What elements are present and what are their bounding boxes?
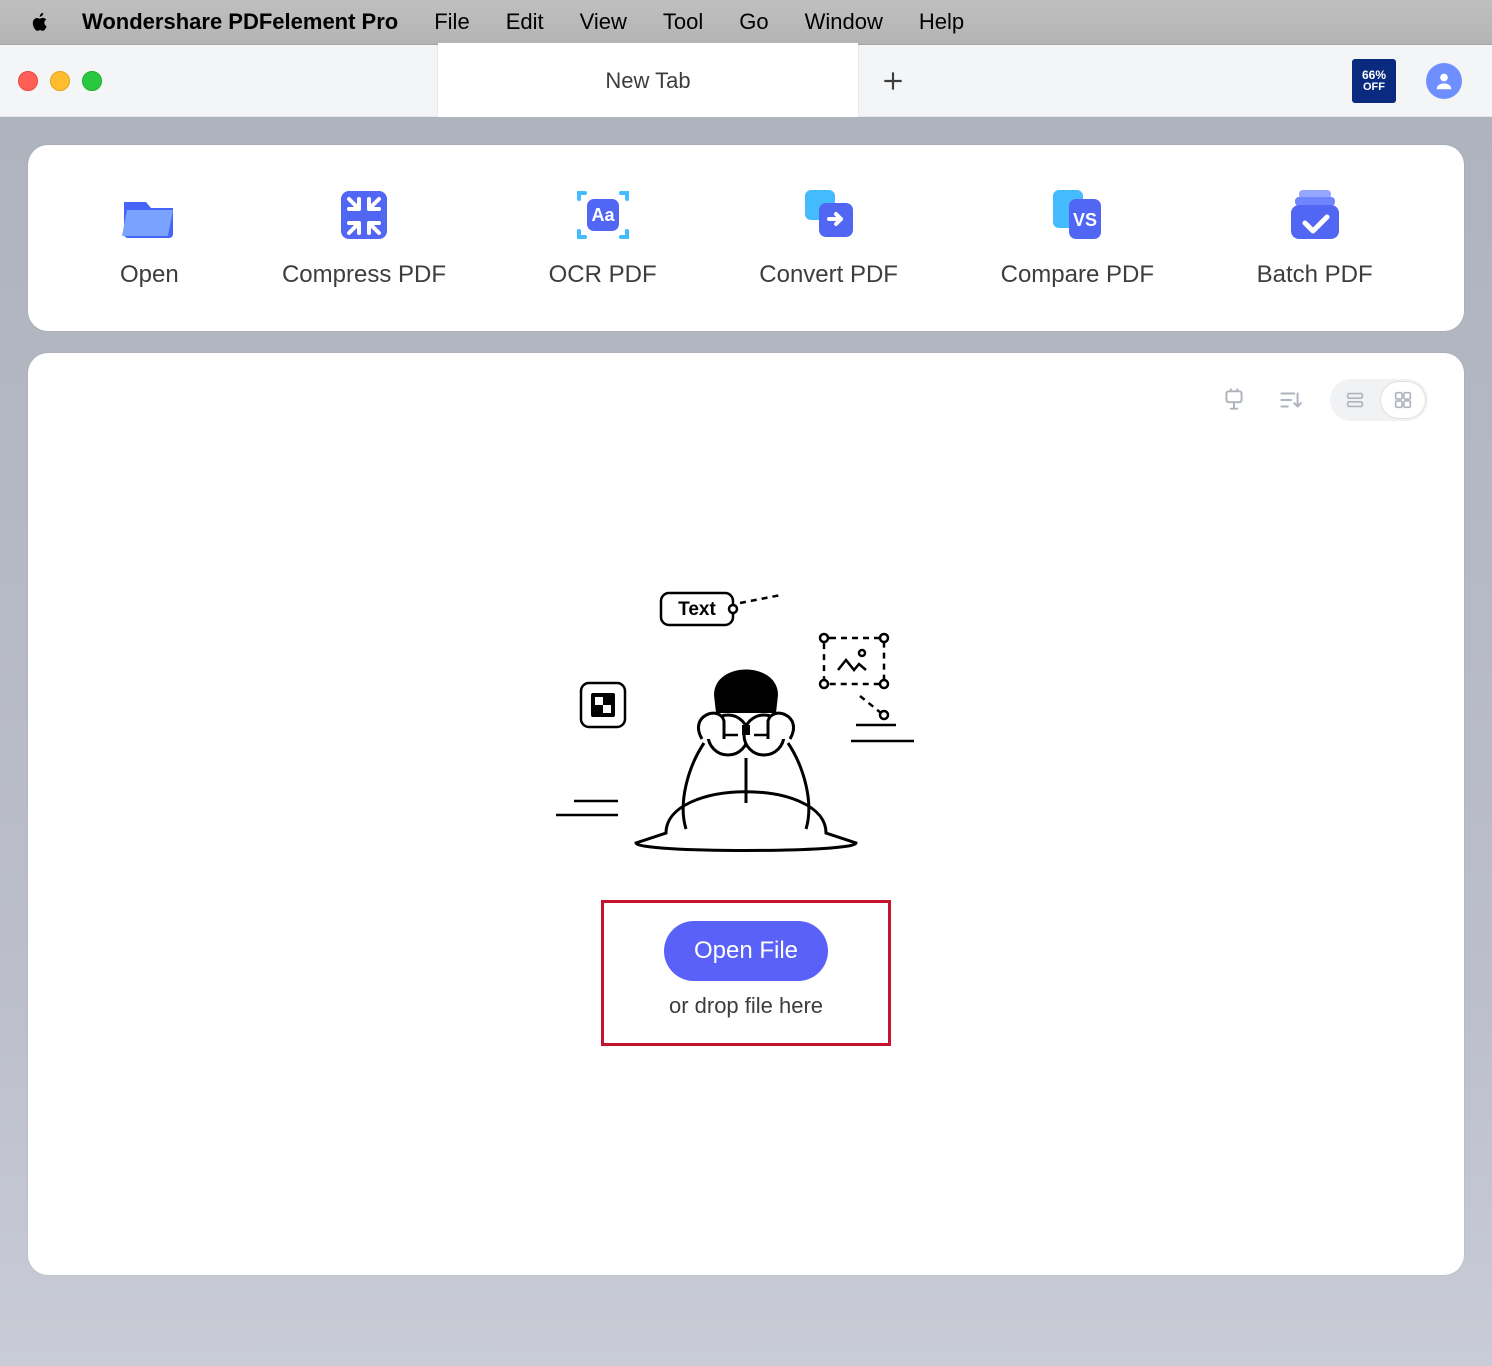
menu-edit[interactable]: Edit — [488, 9, 562, 35]
batch-icon — [1285, 187, 1345, 243]
sort-icon[interactable] — [1274, 384, 1306, 416]
menubar: Wondershare PDFelement Pro File Edit Vie… — [0, 0, 1492, 45]
tab-bar: New Tab 66% OFF — [0, 45, 1492, 117]
action-label: Batch PDF — [1257, 261, 1373, 289]
minimize-window-button[interactable] — [50, 71, 70, 91]
promo-off: OFF — [1363, 82, 1385, 94]
menu-view[interactable]: View — [562, 9, 645, 35]
tab-new[interactable]: New Tab — [438, 45, 858, 117]
new-tab-button[interactable] — [858, 45, 928, 117]
action-ocr[interactable]: Aa OCR PDF — [549, 187, 657, 289]
action-batch[interactable]: Batch PDF — [1257, 187, 1373, 289]
view-toggle — [1330, 379, 1428, 421]
plus-icon — [880, 68, 906, 94]
maximize-window-button[interactable] — [82, 71, 102, 91]
action-open[interactable]: Open — [119, 187, 179, 289]
menu-window[interactable]: Window — [787, 9, 901, 35]
open-file-button[interactable]: Open File — [664, 921, 828, 981]
compare-icon: VS — [1047, 187, 1107, 243]
open-folder-icon — [119, 187, 179, 243]
svg-text:Text: Text — [678, 599, 716, 620]
action-compress[interactable]: Compress PDF — [282, 187, 446, 289]
action-label: OCR PDF — [549, 261, 657, 289]
menu-tool[interactable]: Tool — [645, 9, 721, 35]
menu-file[interactable]: File — [416, 9, 487, 35]
workspace-card: Text — [28, 353, 1464, 1275]
svg-text:Aa: Aa — [591, 205, 615, 225]
action-compare[interactable]: VS Compare PDF — [1001, 187, 1154, 289]
pin-icon[interactable] — [1218, 384, 1250, 416]
tab-title: New Tab — [605, 68, 690, 94]
app-title: Wondershare PDFelement Pro — [82, 9, 398, 35]
user-icon — [1433, 70, 1455, 92]
action-label: Compress PDF — [282, 261, 446, 289]
workspace-tools — [1218, 379, 1428, 421]
quick-actions-card: Open Compress PDF — [28, 145, 1464, 331]
apple-icon[interactable] — [26, 8, 54, 36]
grid-view-button[interactable] — [1381, 382, 1425, 418]
list-view-button[interactable] — [1333, 382, 1377, 418]
open-file-highlight: Open File or drop file here — [601, 900, 891, 1046]
action-label: Compare PDF — [1001, 261, 1154, 289]
compress-icon — [334, 187, 394, 243]
close-window-button[interactable] — [18, 71, 38, 91]
svg-text:VS: VS — [1073, 210, 1097, 230]
convert-icon — [799, 187, 859, 243]
promo-pct: 66% — [1362, 69, 1386, 82]
empty-state-illustration: Text — [526, 583, 966, 888]
action-convert[interactable]: Convert PDF — [759, 187, 898, 289]
user-avatar[interactable] — [1426, 63, 1462, 99]
menu-help[interactable]: Help — [901, 9, 982, 35]
drop-hint: or drop file here — [669, 993, 823, 1019]
menu-go[interactable]: Go — [721, 9, 786, 35]
main-panel: Open Compress PDF — [0, 117, 1492, 1366]
promo-badge[interactable]: 66% OFF — [1352, 59, 1396, 103]
action-label: Convert PDF — [759, 261, 898, 289]
action-label: Open — [120, 261, 179, 289]
ocr-icon: Aa — [573, 187, 633, 243]
window-controls — [0, 45, 438, 117]
